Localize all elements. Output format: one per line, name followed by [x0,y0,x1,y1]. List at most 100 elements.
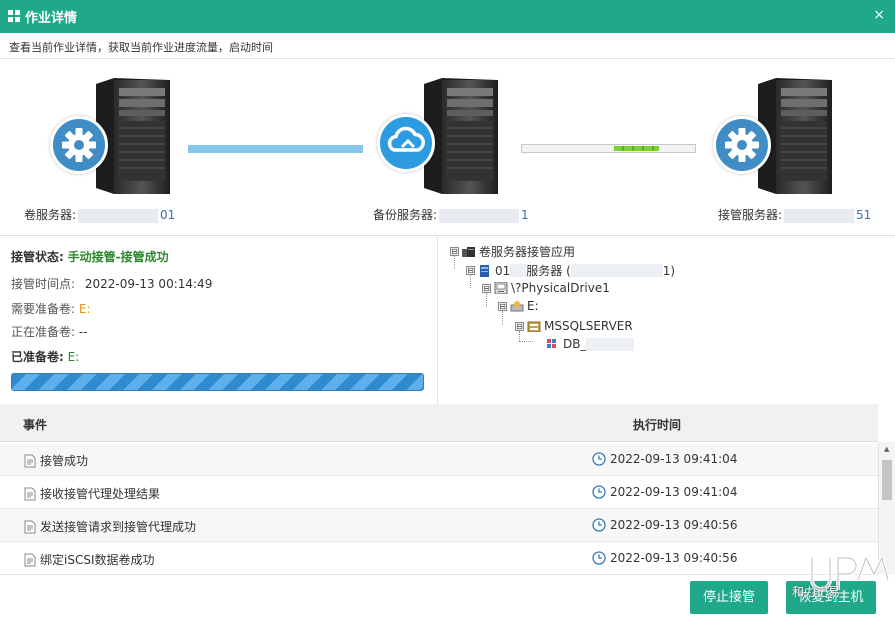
database-icon [547,339,556,348]
takeover-server-label: 接管服务器: 51 [718,206,871,223]
document-icon [24,553,36,566]
volume-server-label: 卷服务器: 01 [24,206,175,223]
volume-server-label-text: 卷服务器: [24,208,77,222]
event-text: 发送接管请求到接管代理成功 [40,520,197,534]
window-title: 作业详情 [25,11,78,26]
window-titlebar: 作业详情 × [0,0,895,33]
time-cell: 2022-09-13 09:41:04 [592,485,737,499]
tree-node-drive[interactable]: ⊟ \?PhysicalDrive1 [482,281,610,295]
close-icon[interactable]: × [873,7,885,23]
need-volume-value: E: [78,302,91,316]
application-tree: ⊟ 卷服务器接管应用 ⊟ 01 服务器 ( 1) ⊟ \?PhysicalDri… [440,237,895,404]
subtitle-text: 查看当前作业详情，获取当前作业进度流量，启动时间 [9,41,273,54]
gear-icon [713,116,771,174]
preparing-volume-label: 正在准备卷: [11,325,76,339]
scroll-up-icon[interactable]: ▲ [884,445,889,453]
event-text: 接管成功 [40,454,89,468]
takeover-time-value: 2022-09-13 00:14:49 [84,277,213,291]
ready-volume-label: 已准备卷: [11,350,64,364]
backup-server-label: 备份服务器: 1 [373,206,529,223]
computer-icon [480,264,489,277]
event-cell: 绑定iSCSI数据卷成功 [23,551,155,568]
event-text: 绑定iSCSI数据卷成功 [40,553,155,567]
time-text: 2022-09-13 09:40:56 [610,518,738,532]
clock-icon [592,452,606,466]
tree-drive-label: \?PhysicalDrive1 [511,281,610,295]
document-icon [24,487,36,500]
table-row[interactable]: 绑定iSCSI数据卷成功 2022-09-13 09:40:56 [0,542,878,575]
takeover-time-label: 接管时间点: [11,277,76,291]
events-table: 事件 执行时间 接管成功 2022-09-13 09:41:04 接收接管代理处… [0,404,895,575]
takeover-state-label: 接管状态: [11,250,64,264]
table-row[interactable]: 发送接管请求到接管代理成功 2022-09-13 09:40:56 [0,509,878,542]
volume-backup-link [188,145,363,153]
tree-node-root[interactable]: ⊟ 卷服务器接管应用 [450,243,575,260]
disk-icon [494,282,508,294]
scrollbar-thumb[interactable] [882,460,892,500]
tree-server-label: 服务器 ( [526,264,571,278]
tree-node-server[interactable]: ⊟ 01 服务器 ( 1) [466,262,675,279]
document-icon [24,454,36,467]
tree-node-volume[interactable]: ⊟ E: [498,299,539,313]
takeover-state-row: 接管状态: 手动接管-接管成功 [11,248,169,265]
takeover-server-ip-suffix: 51 [856,208,872,222]
ready-volume-row: 已准备卷: E: [11,348,79,365]
collapse-toggle[interactable]: ⊟ [482,283,491,293]
tree-root-label: 卷服务器接管应用 [479,245,576,259]
backup-server-ip-suffix: 1 [521,208,529,222]
time-text: 2022-09-13 09:41:04 [610,485,738,499]
events-table-header: 事件 执行时间 [0,404,878,442]
time-cell: 2022-09-13 09:40:56 [592,551,737,565]
takeover-server-label-text: 接管服务器: [718,208,783,222]
preparing-volume-row: 正在准备卷: -- [11,323,88,340]
backup-takeover-link [521,144,696,153]
tree-node-db[interactable]: DB_ [546,337,635,351]
volume-server-ip-suffix: 01 [160,208,176,222]
clock-icon [592,518,606,532]
volume-icon [510,301,524,312]
collapse-toggle[interactable]: ⊟ [515,321,524,331]
event-text: 接收接管代理处理结果 [40,487,161,501]
takeover-state-value: 手动接管-接管成功 [67,250,169,264]
tree-instance-label: MSSQLSERVER [544,319,633,333]
tree-server-prefix: 01 [495,263,511,278]
watermark-text: 和力记易 [792,585,841,599]
topology-panel: 卷服务器: 01 备份服务器: 1 接管服务器: 51 [0,60,895,236]
collapse-toggle[interactable]: ⊟ [466,266,475,275]
takeover-time-row: 接管时间点: 2022-09-13 00:14:49 [11,275,212,292]
masked-ip [439,208,520,223]
event-cell: 接管成功 [23,452,88,469]
tree-node-instance[interactable]: ⊟ MSSQLSERVER [515,319,633,333]
preparing-volume-value: -- [78,325,88,339]
collapse-toggle[interactable]: ⊟ [498,301,507,311]
cloud-icon [377,114,435,172]
tree-server-suffix: 1) [662,263,676,278]
collapse-toggle[interactable]: ⊟ [450,247,459,256]
need-volume-label: 需要准备卷: [11,302,76,316]
database-server-icon [527,321,541,332]
clock-icon [592,551,606,565]
tree-volume-label: E: [527,299,539,313]
time-cell: 2022-09-13 09:41:04 [592,452,737,466]
stop-takeover-button[interactable]: 停止接管 [690,581,768,614]
column-header-time[interactable]: 执行时间 [633,416,681,433]
grid-icon [8,10,20,22]
tree-db-label: DB_ [563,337,587,351]
table-row[interactable]: 接收接管代理处理结果 2022-09-13 09:41:04 [0,476,878,509]
clock-icon [592,485,606,499]
masked-ip [570,264,663,277]
time-text: 2022-09-13 09:41:04 [610,452,738,466]
column-header-event[interactable]: 事件 [23,416,47,433]
masked-text [510,264,527,277]
masked-ip [784,208,855,223]
event-cell: 接收接管代理处理结果 [23,485,160,502]
event-cell: 发送接管请求到接管代理成功 [23,518,196,535]
ready-volume-value: E: [67,350,80,364]
time-cell: 2022-09-13 09:40:56 [592,518,737,532]
backup-server-label-text: 备份服务器: [373,208,438,222]
masked-ip [78,208,159,223]
table-row[interactable]: 接管成功 2022-09-13 09:41:04 [0,443,878,476]
servers-icon [462,246,475,257]
gear-icon [50,116,108,174]
takeover-status-panel: 接管状态: 手动接管-接管成功 接管时间点: 2022-09-13 00:14:… [0,237,438,404]
